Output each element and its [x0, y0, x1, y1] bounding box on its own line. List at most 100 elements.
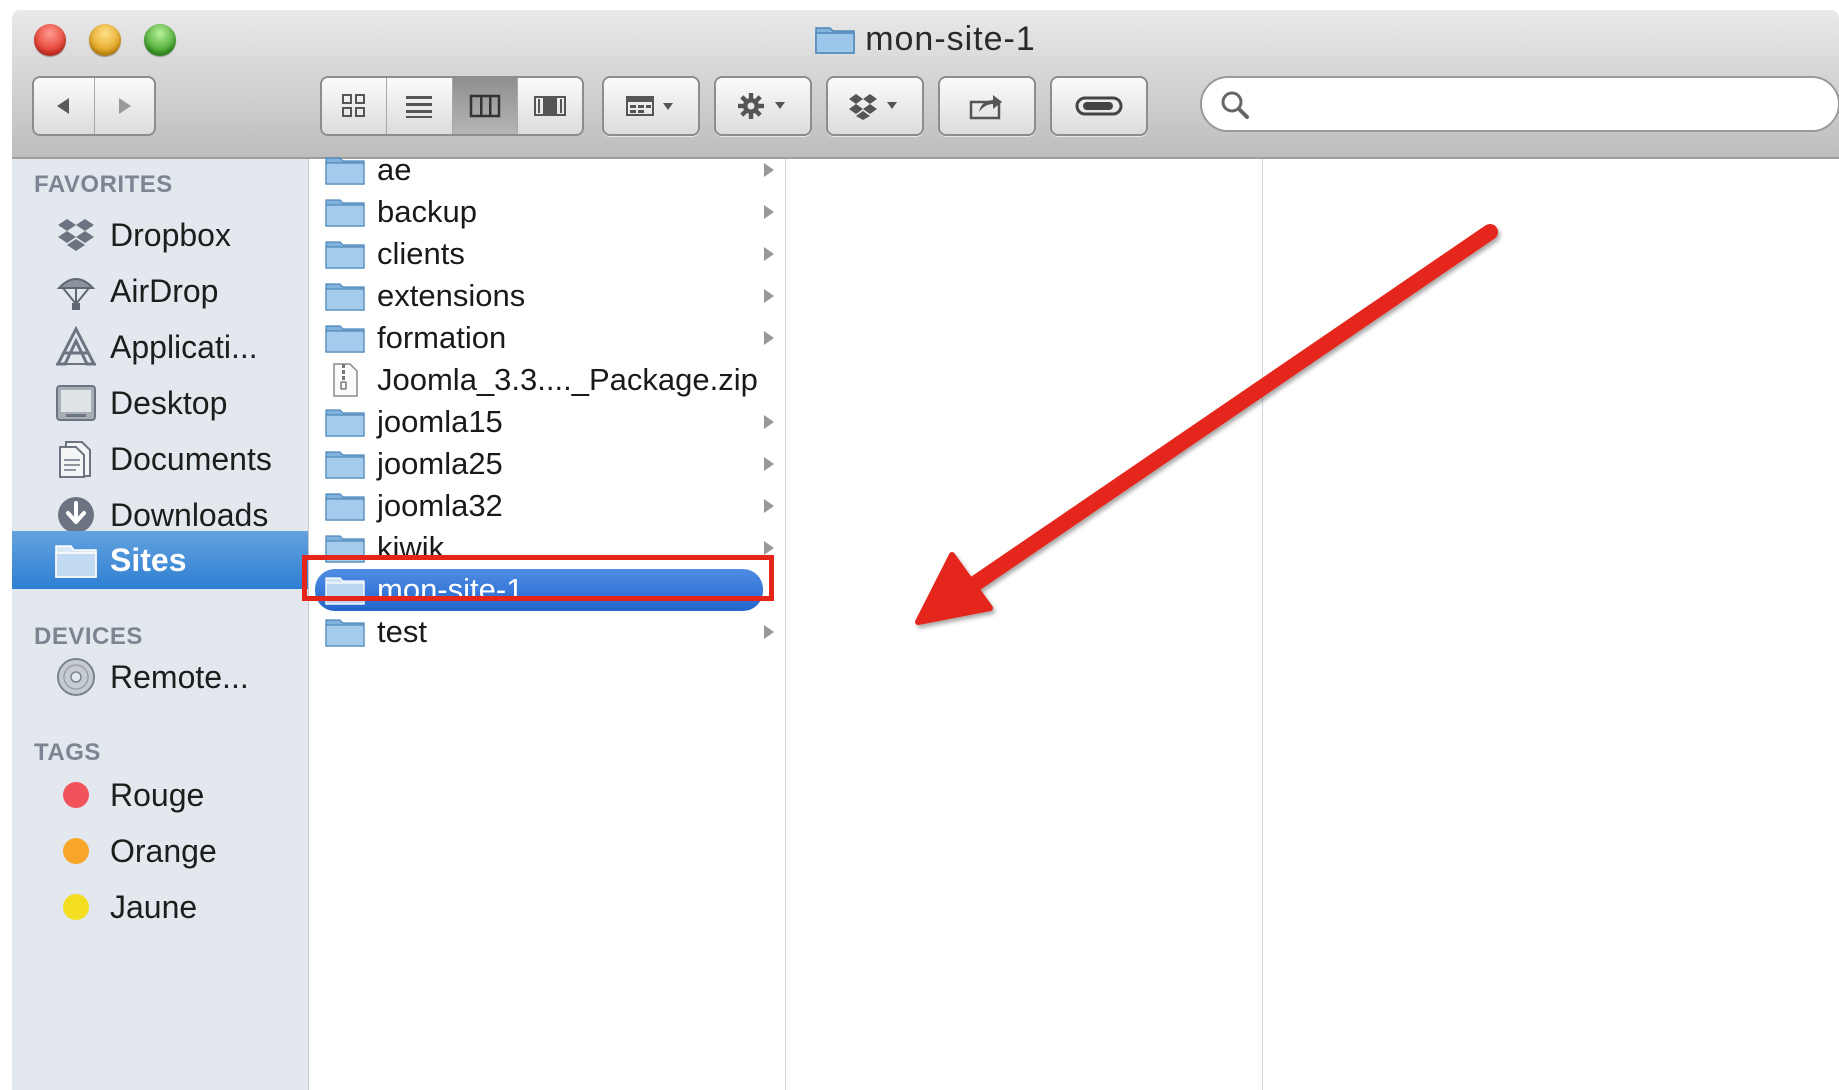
back-forward-buttons	[32, 76, 156, 136]
forward-arrow-icon	[119, 98, 132, 114]
airdrop-icon	[52, 269, 100, 313]
list-item-joomla25[interactable]: joomla25	[309, 443, 785, 485]
folder-icon	[325, 616, 365, 648]
file-name: clients	[377, 236, 465, 271]
sidebar-item-label: Applicati...	[110, 328, 258, 365]
sidebar-item-label: Orange	[110, 832, 217, 869]
icon-view-button[interactable]	[322, 78, 388, 134]
sidebar-item-tag-orange[interactable]: Orange	[12, 823, 308, 879]
folder-icon	[325, 448, 365, 480]
sidebar-item-desktop[interactable]: Desktop	[12, 375, 308, 431]
documents-icon	[52, 437, 100, 481]
action-menu-button[interactable]	[714, 76, 812, 136]
disclosure-arrow-icon	[764, 163, 774, 177]
disclosure-arrow-icon	[764, 625, 774, 639]
forward-button[interactable]	[95, 78, 155, 134]
coverflow-view-button[interactable]	[518, 78, 582, 134]
list-item-extensions[interactable]: extensions	[309, 275, 785, 317]
sidebar-item-documents[interactable]: Documents	[12, 431, 308, 487]
file-name: backup	[377, 194, 477, 229]
list-item-test[interactable]: test	[309, 611, 785, 653]
share-icon	[969, 95, 1002, 120]
file-name: Joomla_3.3...._Package.zip	[377, 362, 758, 397]
folder-icon	[815, 24, 855, 54]
browser-column-2	[786, 159, 1263, 1090]
list-item-formation[interactable]: formation	[309, 317, 785, 359]
applications-icon	[52, 325, 100, 369]
sidebar-item-label: AirDrop	[110, 272, 219, 309]
red-tag-icon	[63, 782, 89, 808]
share-button[interactable]	[938, 76, 1036, 136]
favorites-header: FAVORITES	[34, 171, 173, 198]
icon-view-icon	[342, 94, 366, 117]
sidebar-item-sites[interactable]: Sites	[12, 531, 308, 589]
browser-column-1: ae backup clients extensions formation J…	[309, 152, 786, 1090]
yellow-tag-icon	[63, 894, 89, 920]
list-view-icon	[406, 96, 433, 118]
folder-icon	[325, 406, 365, 438]
list-item-joomla-zip[interactable]: Joomla_3.3...._Package.zip	[309, 359, 785, 401]
file-name: mon-site-1	[377, 572, 524, 607]
file-name: kiwik	[377, 530, 445, 565]
folder-icon	[325, 196, 365, 228]
file-name: ae	[377, 152, 412, 187]
folder-icon	[325, 322, 365, 354]
list-view-button[interactable]	[387, 78, 453, 134]
list-item-kiwik[interactable]: kiwik	[309, 527, 785, 569]
list-item-joomla32[interactable]: joomla32	[309, 485, 785, 527]
sidebar-item-label: Remote...	[110, 658, 249, 695]
dropbox-icon	[52, 213, 100, 257]
sidebar-item-tag-rouge[interactable]: Rouge	[12, 767, 308, 823]
folder-icon	[325, 574, 365, 606]
zip-file-icon	[325, 363, 365, 397]
folder-icon	[325, 154, 365, 186]
disclosure-arrow-icon	[764, 205, 774, 219]
orange-tag-icon	[63, 838, 89, 864]
sidebar-item-label: Downloads	[110, 496, 269, 533]
file-name: joomla25	[377, 446, 503, 481]
coverflow-view-icon	[533, 96, 566, 116]
back-button[interactable]	[34, 78, 95, 134]
disclosure-arrow-icon	[764, 541, 774, 555]
tags-toggle-button[interactable]	[1050, 76, 1148, 136]
dropbox-menu-button[interactable]	[826, 76, 924, 136]
list-item-clients[interactable]: clients	[309, 233, 785, 275]
disclosure-arrow-icon	[764, 415, 774, 429]
column-view-button[interactable]	[452, 78, 518, 134]
file-name: extensions	[377, 278, 526, 313]
list-item-backup[interactable]: backup	[309, 191, 785, 233]
search-field[interactable]	[1200, 76, 1839, 132]
file-name: formation	[377, 320, 507, 355]
sidebar-item-label: Sites	[110, 541, 187, 578]
tags-header: TAGS	[34, 739, 101, 766]
toolbar: mon-site-1	[12, 10, 1839, 159]
sidebar-item-dropbox[interactable]: Dropbox	[12, 207, 308, 263]
sidebar-item-tag-jaune[interactable]: Jaune	[12, 879, 308, 935]
folder-icon	[52, 538, 100, 582]
column-view-icon	[469, 94, 500, 118]
remote-disc-icon	[52, 655, 100, 699]
desktop-icon	[52, 381, 100, 425]
arrange-icon	[626, 96, 673, 116]
sidebar-item-label: Documents	[110, 440, 272, 477]
disclosure-arrow-icon	[764, 457, 774, 471]
file-name: test	[377, 614, 427, 649]
sidebar-item-applications[interactable]: Applicati...	[12, 319, 308, 375]
disclosure-arrow-icon	[764, 331, 774, 345]
toggle-icon	[1075, 96, 1123, 116]
disclosure-arrow-icon	[764, 289, 774, 303]
tag-dot-wrapper	[52, 829, 100, 873]
search-input[interactable]	[1262, 86, 1806, 124]
gear-icon	[738, 93, 785, 119]
folder-icon	[325, 532, 365, 564]
tag-dot-wrapper	[52, 885, 100, 929]
list-item-joomla15[interactable]: joomla15	[309, 401, 785, 443]
sidebar-item-airdrop[interactable]: AirDrop	[12, 263, 308, 319]
finder-window: mon-site-1 FAVORITES Dropbox AirDrop App…	[12, 10, 1839, 1090]
devices-header: DEVICES	[34, 623, 143, 650]
sidebar: FAVORITES Dropbox AirDrop Applicati... D…	[12, 159, 309, 1090]
sidebar-item-remote-disc[interactable]: Remote...	[12, 649, 308, 705]
list-item-ae[interactable]: ae	[309, 149, 785, 191]
list-item-mon-site-1[interactable]: mon-site-1	[315, 569, 763, 611]
arrange-menu-button[interactable]	[602, 76, 700, 136]
